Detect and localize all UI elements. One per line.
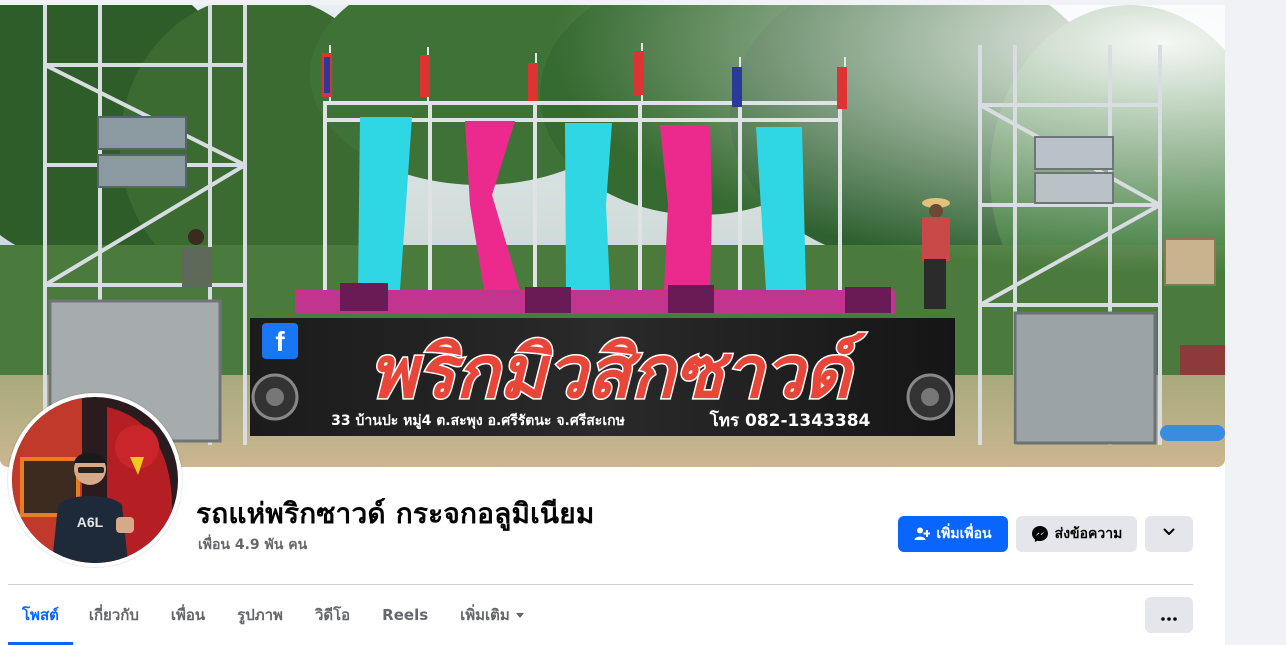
chevron-down-icon [1162,525,1176,543]
tab-label: เกี่ยวกับ [88,606,139,624]
add-friend-label: เพิ่มเพื่อน [936,526,992,542]
add-friend-icon [914,526,931,542]
tab-label: เพิ่มเติม [460,606,510,624]
messenger-icon [1031,525,1049,543]
tab-about[interactable]: เกี่ยวกับ [73,585,155,645]
svg-text:A6L: A6L [77,514,104,530]
friends-count[interactable]: เพื่อน 4.9 พัน คน [198,534,307,556]
svg-text:f: f [275,326,285,357]
more-options-button[interactable] [1145,597,1193,633]
profile-name: รถแห่พริกซาวด์ กระจกอลูมิเนียม [196,497,595,530]
cover-banner-address: 33 บ้านปะ หมู่4 ต.สะพุง อ.ศรีรัตนะ จ.ศรี… [331,413,625,429]
tab-label: โพสต์ [22,606,59,624]
profile-tabs: โพสต์ เกี่ยวกับ เพื่อน รูปภาพ วิดีโอ Ree… [8,585,540,645]
cover-photo[interactable]: f พริกมิวสิกซาวด์ 33 บ้านปะ หมู่4 ต.สะพุ… [0,5,1225,467]
ellipsis-icon [1161,606,1177,625]
tab-photos[interactable]: รูปภาพ [221,585,299,645]
cover-banner-phone: โทร 082-1343384 [709,410,871,431]
tab-label: เพื่อน [170,606,206,624]
message-button[interactable]: ส่งข้อความ [1016,516,1137,552]
avatar[interactable]: A6L [12,397,178,563]
tab-more[interactable]: เพิ่มเติม [444,585,540,645]
tab-label: รูปภาพ [237,606,283,624]
tab-reels[interactable]: Reels [366,585,444,645]
tab-friends[interactable]: เพื่อน [155,585,221,645]
cover-banner-title: พริกมิวสิกซาวด์ [369,330,867,414]
add-friend-button[interactable]: เพิ่มเพื่อน [898,516,1008,552]
tab-videos[interactable]: วิดีโอ [299,585,366,645]
caret-down-icon [515,612,524,618]
tab-label: Reels [382,606,429,624]
tab-label: วิดีโอ [314,606,351,624]
tab-posts[interactable]: โพสต์ [8,585,73,645]
message-label: ส่งข้อความ [1054,526,1123,542]
profile-menu-button[interactable] [1145,516,1193,552]
page-gutter [1225,0,1286,645]
